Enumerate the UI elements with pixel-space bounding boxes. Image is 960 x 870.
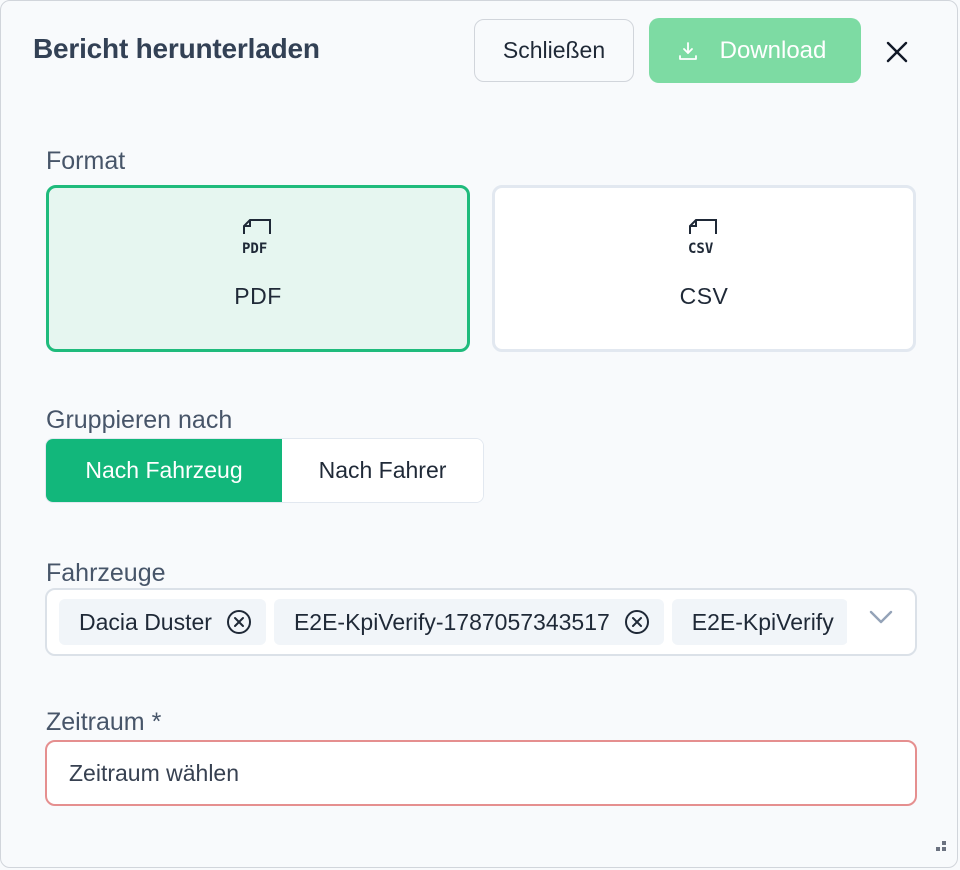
format-option-csv[interactable]: CSV CSV: [492, 185, 916, 352]
csv-file-icon: CSV: [686, 218, 722, 261]
period-date-picker[interactable]: Zeitraum wählen: [45, 740, 917, 806]
chevron-down-icon[interactable]: [869, 610, 893, 629]
group-by-vehicle-option[interactable]: Nach Fahrzeug: [46, 439, 282, 502]
remove-chip-icon[interactable]: [226, 609, 252, 635]
vehicle-chip-label: E2E-KpiVerify: [691, 608, 834, 635]
download-button[interactable]: Download: [649, 18, 861, 83]
vehicle-chip: E2E-KpiVerify-1787057343517: [273, 599, 664, 645]
period-label: Zeitraum *: [46, 708, 162, 736]
vehicles-multiselect[interactable]: Dacia Duster E2E-KpiVerify-1787057343517: [45, 588, 917, 656]
vehicle-chips: Dacia Duster E2E-KpiVerify-1787057343517: [59, 599, 847, 645]
group-by-label: Gruppieren nach: [46, 406, 233, 434]
format-label: Format: [46, 147, 126, 175]
download-icon: [678, 41, 698, 61]
format-option-pdf[interactable]: PDF PDF: [46, 185, 470, 352]
vehicle-chip: E2E-KpiVerify: [671, 599, 847, 645]
close-icon[interactable]: [881, 36, 913, 68]
svg-text:CSV: CSV: [688, 241, 714, 256]
pdf-file-icon: PDF: [240, 218, 276, 261]
vehicle-chip-label: Dacia Duster: [79, 608, 212, 635]
vehicle-chip: Dacia Duster: [59, 599, 266, 645]
resize-handle-icon[interactable]: [933, 838, 947, 857]
vehicle-chip-label: E2E-KpiVerify-1787057343517: [293, 608, 610, 635]
remove-chip-icon[interactable]: [624, 609, 650, 635]
close-button[interactable]: Schließen: [474, 19, 634, 82]
format-option-label: CSV: [679, 283, 729, 309]
group-by-segmented-control: Nach Fahrzeug Nach Fahrer: [45, 438, 484, 503]
download-button-label: Download: [719, 36, 827, 64]
svg-text:PDF: PDF: [242, 241, 267, 256]
vehicles-label: Fahrzeuge: [46, 559, 166, 587]
format-option-label: PDF: [234, 283, 282, 309]
download-report-dialog: Bericht herunterladen Schließen Download…: [0, 0, 958, 868]
group-by-driver-option[interactable]: Nach Fahrer: [282, 439, 483, 502]
dialog-title: Bericht herunterladen: [33, 33, 320, 64]
